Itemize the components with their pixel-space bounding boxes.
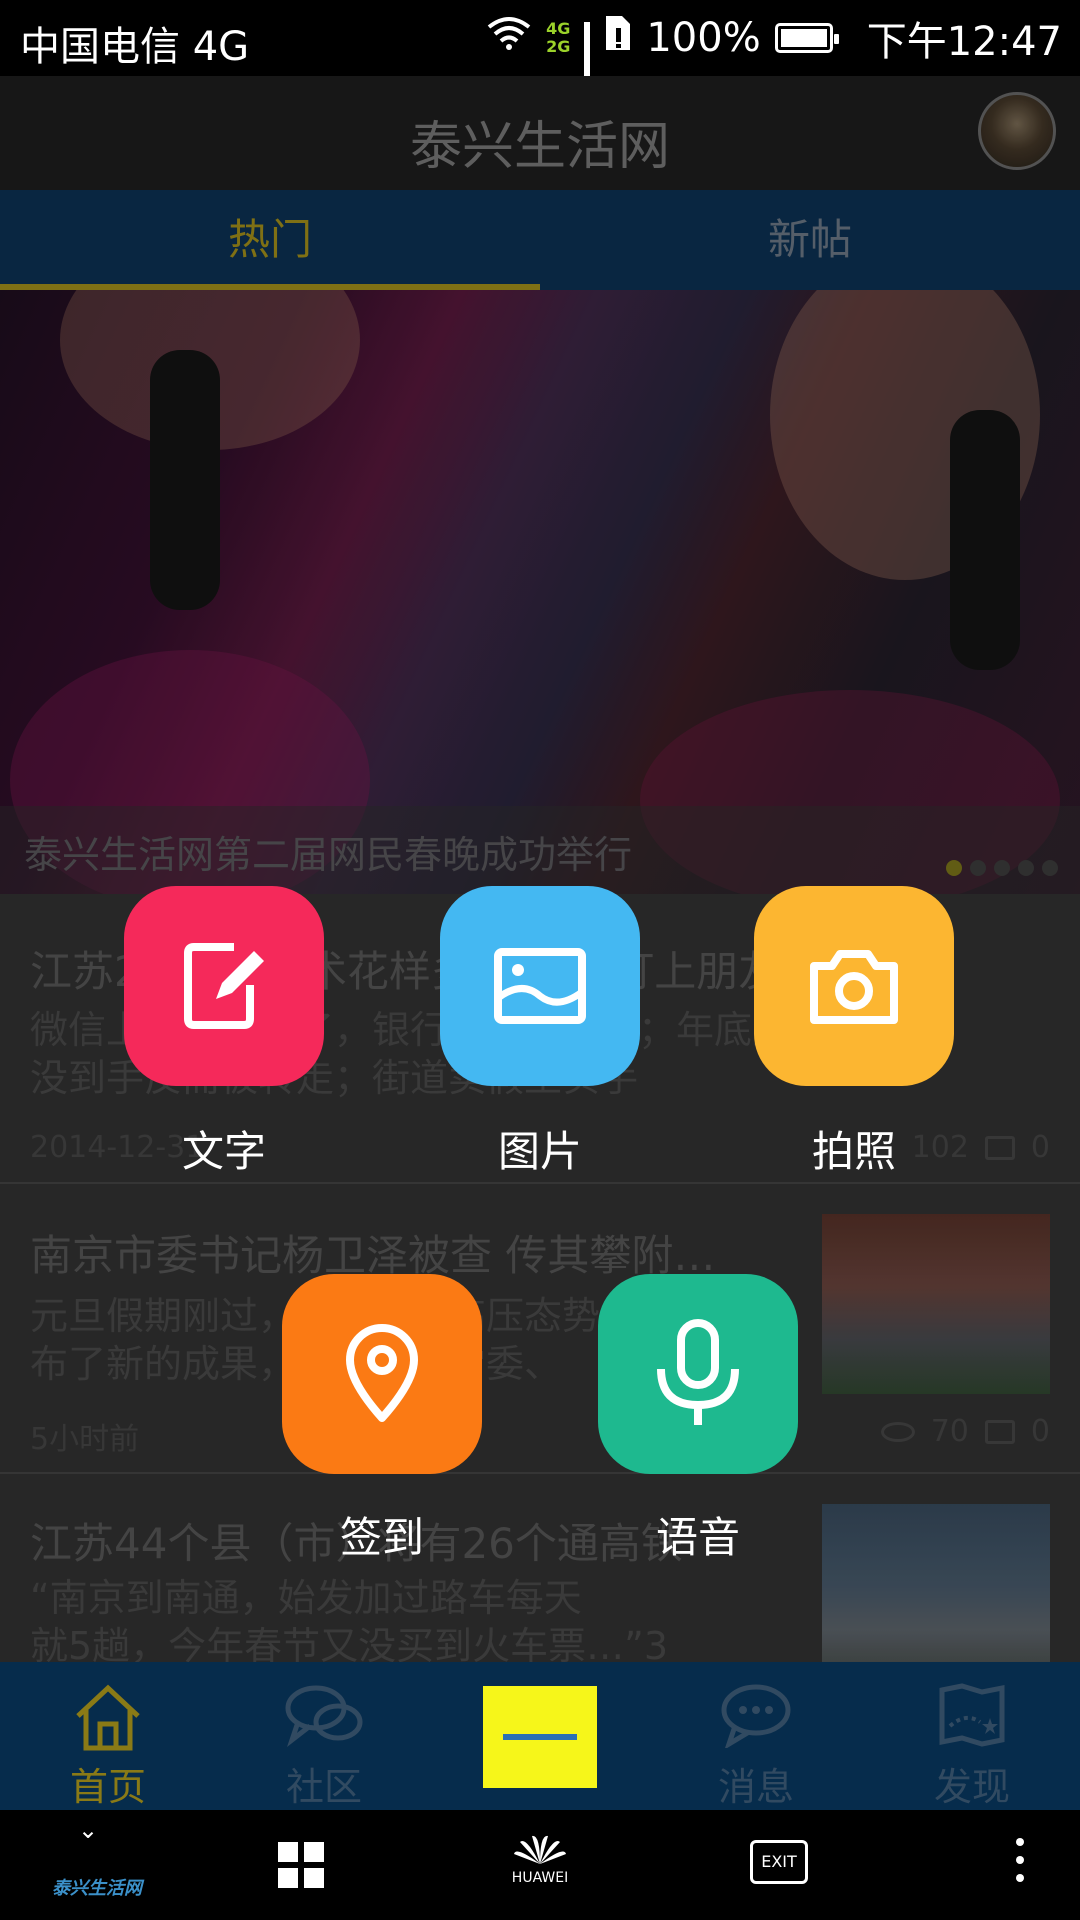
nav-messages[interactable]: 消息	[648, 1662, 864, 1810]
status-bar: 中国电信 4G 4G 2G 100% 下午12:47	[0, 0, 1080, 122]
compose-image-button[interactable]	[440, 886, 640, 1086]
exit-button[interactable]: EXIT	[750, 1840, 808, 1884]
system-navigation-bar: ⌄ 泰兴生活网 HUAWEI EXIT	[0, 1810, 1080, 1920]
network-type-icon: 4G 2G	[546, 19, 571, 56]
clock: 下午12:47	[866, 19, 1062, 65]
compose-text-button[interactable]	[124, 886, 324, 1086]
apps-grid-icon[interactable]	[278, 1842, 324, 1888]
nav-discover[interactable]: 发现	[864, 1662, 1080, 1810]
chat-bubbles-icon	[285, 1685, 363, 1748]
chevron-down-icon[interactable]: ⌄	[78, 1816, 98, 1844]
battery-percent: 100%	[646, 15, 761, 61]
nav-community[interactable]: 社区	[216, 1662, 432, 1810]
nav-discover-label: 发现	[933, 1765, 1010, 1809]
sim-icon	[604, 14, 632, 62]
message-icon	[721, 1684, 791, 1748]
location-pin-icon	[346, 1324, 418, 1422]
compose-voice-button[interactable]	[598, 1274, 798, 1474]
watermark-logo: 泰兴生活网	[52, 1878, 142, 1899]
compose-text-label: 文字	[181, 1127, 266, 1176]
camera-icon	[810, 950, 898, 1024]
battery-icon	[774, 23, 839, 53]
more-options-icon[interactable]	[1016, 1838, 1024, 1882]
status-icons: 4G 2G 100% 下午12:47	[486, 10, 1062, 122]
home-icon	[76, 1684, 140, 1751]
carrier-label: 中国电信 4G	[20, 24, 250, 70]
compose-voice-label: 语音	[655, 1513, 740, 1562]
microphone-icon	[657, 1319, 739, 1425]
compose-camera-button[interactable]	[754, 886, 954, 1086]
compose-camera-label: 拍照	[811, 1127, 896, 1176]
nav-home-label: 首页	[69, 1765, 146, 1809]
edit-icon	[184, 943, 264, 1029]
huawei-logo-icon	[514, 1835, 566, 1864]
brand-label: HUAWEI	[511, 1870, 569, 1886]
nav-home[interactable]: 首页	[0, 1662, 216, 1810]
wifi-icon	[486, 15, 532, 61]
compose-checkin-label: 签到	[339, 1513, 424, 1562]
compose-checkin-button[interactable]	[282, 1274, 482, 1474]
nav-community-label: 社区	[285, 1765, 362, 1809]
map-icon	[939, 1683, 1005, 1747]
nav-messages-label: 消息	[717, 1765, 794, 1809]
post-button[interactable]	[483, 1686, 597, 1788]
compose-image-label: 图片	[497, 1127, 582, 1176]
overlay-scrim[interactable]	[0, 76, 1080, 1662]
image-icon	[494, 948, 586, 1024]
home-key[interactable]: HUAWEI	[500, 1832, 580, 1886]
signal-icon	[584, 22, 591, 122]
